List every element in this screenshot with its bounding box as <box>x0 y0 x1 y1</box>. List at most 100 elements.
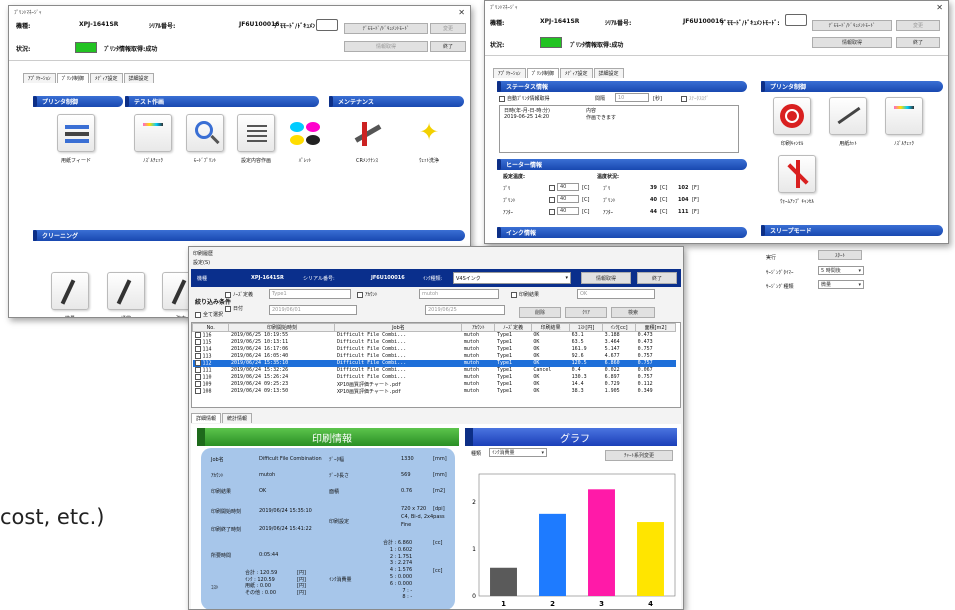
row-checkbox[interactable] <box>194 366 201 373</box>
table-row[interactable]: 115 2019/06/25 10:13:11 Difficult File Com… <box>193 338 676 346</box>
tab-detail-info[interactable]: 詳細情報 <box>191 413 222 423</box>
tab-application[interactable]: ｱﾌﾟﾘｹｰｼｮﾝ <box>23 73 56 83</box>
heater-set-input[interactable]: 40 <box>557 195 579 203</box>
end-button[interactable]: 終了 <box>896 37 940 48</box>
ink-type-select[interactable]: V4Sインク ▾ <box>453 272 571 284</box>
row-checkbox[interactable] <box>194 352 201 359</box>
paper-cut-button[interactable]: 用紙ｶｯﾄ <box>823 97 873 147</box>
warmup-cancel-button[interactable]: ｳｫｰﾑｱｯﾌﾟ ｷｬﾝｾﾙ <box>767 155 827 205</box>
history-table[interactable]: No. 印刷開始時刻 Job名 ｱｶｳﾝﾄ ﾉｰｽﾞ定義 印刷結果 ｺｽﾄ[円] ｲﾝｸ[cc… <box>191 322 681 408</box>
clean-normal-button[interactable]: 通常 <box>102 272 150 317</box>
demo-mode-button[interactable]: ﾃﾞﾓﾓｰﾄﾞ/ﾄﾞｷｭﾒﾝﾄﾓｰﾄﾞ <box>344 23 428 34</box>
tab-statistics[interactable]: 統計情報 <box>222 413 253 423</box>
row-checkbox[interactable] <box>194 345 201 352</box>
info-button[interactable]: 情報取得 <box>344 41 428 52</box>
select-all-checkbox[interactable]: 全て選択 <box>195 311 223 318</box>
interval-select[interactable]: 10 <box>615 93 649 102</box>
end-button[interactable]: 終了 <box>430 41 466 52</box>
clean-light-button[interactable]: 微量 <box>46 272 94 317</box>
start-button[interactable]: ｽﾀｰﾄ <box>818 250 862 260</box>
timer-select[interactable]: 5 時間後 ▾ <box>818 266 864 275</box>
tab-printer-control[interactable]: ﾌﾟﾘﾝﾀ制御 <box>526 68 560 78</box>
nozzle-filter-checkbox[interactable]: ﾉｰｽﾞ定義 <box>225 291 253 298</box>
print-cancel-button[interactable]: 印刷ｷｬﾝｾﾙ <box>767 97 817 147</box>
tab-detail-settings[interactable]: 詳細設定 <box>123 73 154 83</box>
info-button[interactable]: 情報取得 <box>581 272 631 284</box>
table-cell: 0.4 <box>571 367 581 373</box>
palette-button[interactable]: ﾊﾟﾚｯﾄ <box>279 114 331 164</box>
column-header[interactable]: ｱｶｳﾝﾄ <box>461 323 496 332</box>
cr-maintenance-button[interactable]: CRﾒﾝﾃﾅﾝｽ <box>339 114 395 164</box>
demo-mode-button[interactable]: ﾃﾞﾓﾓｰﾄﾞ/ﾄﾞｷｭﾒﾝﾄﾓｰﾄﾞ <box>812 20 892 31</box>
column-header[interactable]: 印刷開始時刻 <box>228 323 336 332</box>
auto-fetch-checkbox[interactable]: 自動ﾌﾟﾘﾝﾀ情報取得 <box>499 95 550 102</box>
search-button[interactable]: 検索 <box>611 307 655 318</box>
type-select[interactable]: Type1 <box>269 289 351 299</box>
table-row[interactable]: 114 2019/06/24 16:17:06 Difficult File Com… <box>193 345 676 353</box>
paper-feed-button[interactable]: 用紙フィード <box>46 114 106 164</box>
column-header[interactable]: ﾉｰｽﾞ定義 <box>494 323 532 332</box>
account-filter-checkbox[interactable]: ｱｶｳﾝﾄ <box>357 291 378 298</box>
wet-wash-button[interactable]: ✦ ｳｪｯﾄ洗浄 <box>401 114 457 164</box>
date-to-input[interactable]: 2019/06/25 <box>425 305 505 315</box>
info-button[interactable]: 情報取得 <box>812 37 892 48</box>
nozzle-check-button[interactable]: ﾉｽﾞﾙﾁｪｯｸ <box>879 97 929 147</box>
result-filter-checkbox[interactable]: 印刷結果 <box>511 291 539 298</box>
heater-set-input[interactable]: 40 <box>557 183 579 191</box>
clear-button[interactable]: ｸﾘｱ <box>565 307 607 318</box>
date-filter-checkbox[interactable]: 日付 <box>225 305 243 312</box>
close-icon[interactable]: ✕ <box>458 8 465 17</box>
end-button[interactable]: 終了 <box>637 272 677 284</box>
row-checkbox[interactable] <box>194 387 201 394</box>
account-select[interactable]: mutoh <box>419 289 499 299</box>
result-select[interactable]: OK <box>577 289 655 299</box>
change-button[interactable]: 変更 <box>430 23 466 34</box>
change-button[interactable]: 変更 <box>896 20 940 31</box>
row-checkbox[interactable] <box>194 359 201 366</box>
settings-print-button[interactable]: 設定内容作画 <box>226 114 286 164</box>
clean-normal-label: 通常 <box>121 316 131 317</box>
status-log-list[interactable]: 日時(年-月-日-時:分) 内容 2019-06-25 14:20 作画できます <box>499 105 739 153</box>
close-icon[interactable]: ✕ <box>936 3 943 12</box>
column-header[interactable]: 印刷結果 <box>530 323 571 332</box>
table-row[interactable]: 116 2019/06/25 10:19:55 Difficult File Com… <box>193 332 676 339</box>
tab-application[interactable]: ｱﾌﾟﾘｹｰｼｮﾝ <box>493 68 526 78</box>
menu-settings[interactable]: 設定(S) <box>193 259 210 266</box>
nozzle-check-button[interactable]: ﾉｽﾞﾙﾁｪｯｸ <box>125 114 181 164</box>
mode-print-button[interactable]: ﾓｰﾄﾞﾌﾟﾘﾝﾄ <box>177 114 233 164</box>
column-header[interactable]: ｲﾝｸ[cc] <box>602 323 637 332</box>
title-bar: ﾌﾟﾘﾝﾄﾏﾈｰｼﾞｬ ✕ <box>485 1 948 14</box>
heater-check[interactable] <box>549 209 557 216</box>
status-log-checkbox[interactable]: ｽﾃｰﾀｽﾛｸﾞ <box>681 95 709 102</box>
row-checkbox[interactable] <box>194 332 201 338</box>
table-row[interactable]: 108 2019/06/24 09:13:50 XP10画質評価チャート.pdf mu… <box>193 387 676 395</box>
table-row[interactable]: 109 2019/06/24 09:25:23 XP10画質評価チャート.pdf mu… <box>193 380 676 388</box>
delete-button[interactable]: 削除 <box>519 307 561 318</box>
model-value: XPJ-1641SR <box>540 18 580 25</box>
column-header[interactable]: ｺｽﾄ[円] <box>569 323 604 332</box>
palette-label: ﾊﾟﾚｯﾄ <box>298 158 312 164</box>
table-row[interactable]: 113 2019/06/24 16:05:40 Difficult File Com… <box>193 352 676 360</box>
column-header[interactable]: No. <box>192 323 230 332</box>
row-checkbox[interactable] <box>194 380 201 387</box>
table-row[interactable]: 112 2019/06/24 15:35:10 Difficult File Com… <box>192 359 676 367</box>
date-from-input[interactable]: 2019/06/01 <box>269 305 357 315</box>
column-header[interactable]: 面積[m2] <box>635 323 676 332</box>
heater-check[interactable] <box>549 197 557 204</box>
tab-printer-control[interactable]: ﾌﾟﾘﾝﾀ制御 <box>56 73 90 83</box>
kind-select[interactable]: 微量 ▾ <box>818 280 864 289</box>
log-date: 2019-06-25 14:20 <box>504 114 550 120</box>
graph-kind-select[interactable]: ｲﾝｸ消費量 ▾ <box>489 448 547 457</box>
table-row[interactable]: 111 2019/06/24 15:32:26 Difficult File Com… <box>193 366 676 374</box>
change-series-button[interactable]: ﾁｬｰﾄ系列変更 <box>605 450 673 461</box>
table-row[interactable]: 110 2019/06/24 15:26:24 Difficult File Com… <box>193 373 676 381</box>
column-header[interactable]: Job名 <box>334 323 463 332</box>
heater-check[interactable] <box>549 185 557 192</box>
tab-media-settings[interactable]: ﾒﾃﾞｨｱ設定 <box>90 73 123 83</box>
tab-detail-settings[interactable]: 詳細設定 <box>593 68 624 78</box>
heater-set-input[interactable]: 40 <box>557 207 579 215</box>
row-checkbox[interactable] <box>194 338 201 345</box>
row-checkbox[interactable] <box>194 373 201 380</box>
tab-media-settings[interactable]: ﾒﾃﾞｨｱ設定 <box>560 68 593 78</box>
row-number: 114 <box>202 346 212 353</box>
